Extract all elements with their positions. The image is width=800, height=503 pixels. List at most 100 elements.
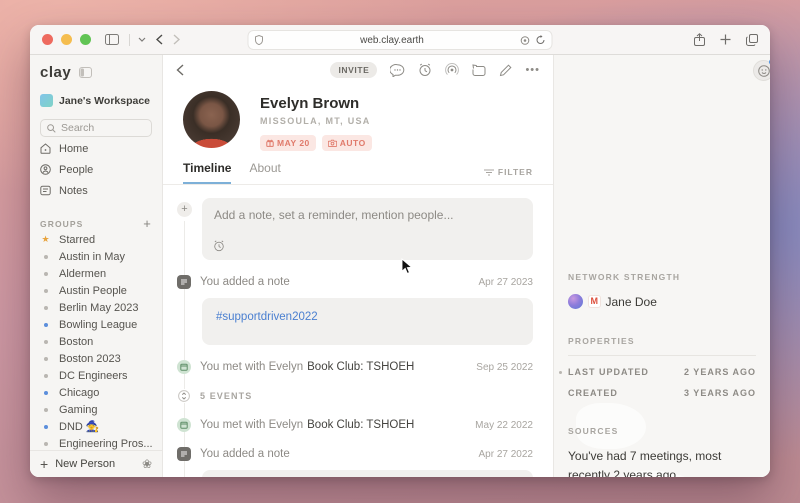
reminder-clock-icon[interactable] bbox=[213, 240, 225, 252]
timeline-entry[interactable]: You met with Evelyn Book Club: TSHOEH May… bbox=[177, 418, 533, 432]
timeline-entry[interactable]: You met with Evelyn Book Club: TSHOEH Sep… bbox=[177, 360, 533, 374]
meeting-link[interactable]: Book Club: TSHOEH bbox=[307, 419, 415, 431]
close-window-button[interactable] bbox=[42, 34, 53, 45]
back-button[interactable] bbox=[176, 64, 184, 76]
group-item[interactable]: Boston 2023 bbox=[40, 350, 152, 367]
sidebar-item-notes[interactable]: Notes bbox=[40, 181, 152, 200]
profile-toolbar: INVITE ••• bbox=[163, 55, 553, 85]
person-location: MISSOULA, MT, USA bbox=[260, 116, 371, 126]
collapse-sidebar-icon[interactable] bbox=[79, 67, 93, 78]
properties-header: PROPERTIES bbox=[568, 336, 635, 346]
workspace-name: Jane's Workspace bbox=[59, 94, 151, 107]
reload-icon[interactable] bbox=[536, 35, 546, 45]
group-dot-icon bbox=[43, 339, 48, 344]
entry-date: May 22 2022 bbox=[475, 419, 533, 431]
filter-button[interactable]: FILTER bbox=[483, 167, 533, 184]
workspace-avatar bbox=[40, 94, 53, 107]
minimize-window-button[interactable] bbox=[61, 34, 72, 45]
zoom-window-button[interactable] bbox=[80, 34, 91, 45]
sidebar-item-people[interactable]: People bbox=[40, 160, 152, 179]
property-value: 2 YEARS AGO bbox=[683, 367, 756, 377]
group-dot-icon bbox=[43, 356, 48, 361]
profile-photo[interactable] bbox=[183, 91, 240, 148]
timeline-entry[interactable]: You added a note Apr 27 2023 bbox=[177, 275, 533, 289]
reminder-icon[interactable] bbox=[418, 63, 432, 77]
duplicate-icon[interactable] bbox=[472, 63, 486, 77]
add-note-plus-button[interactable]: + bbox=[177, 202, 192, 217]
invite-button[interactable]: INVITE bbox=[330, 62, 378, 78]
chevron-down-icon[interactable] bbox=[138, 37, 146, 42]
sidebar-item-home[interactable]: Home bbox=[40, 139, 152, 158]
group-item[interactable]: DC Engineers bbox=[40, 367, 152, 384]
new-tab-icon[interactable] bbox=[720, 34, 731, 45]
property-row[interactable]: CREATED 3 YEARS AGO bbox=[568, 388, 756, 398]
profile-tabs: Timeline About FILTER bbox=[163, 161, 553, 185]
main-content: INVITE ••• Evelyn Brown MISSOULA, MT, US… bbox=[163, 55, 553, 477]
workspace-switcher[interactable]: Jane's Workspace bbox=[40, 94, 152, 107]
share-icon[interactable] bbox=[694, 33, 705, 46]
group-item[interactable]: DND 🧙 bbox=[40, 418, 152, 435]
note-content[interactable]: favorite movie is Inception (2010), dire… bbox=[202, 470, 533, 477]
divider bbox=[568, 355, 756, 356]
broadcast-icon[interactable] bbox=[445, 63, 460, 77]
search-box[interactable] bbox=[40, 119, 152, 137]
more-options-icon[interactable]: ••• bbox=[525, 64, 540, 76]
browser-sidebar-icon[interactable] bbox=[105, 34, 119, 45]
group-item[interactable]: Boston bbox=[40, 333, 152, 350]
tab-about[interactable]: About bbox=[249, 161, 280, 184]
sidebar-item-label: People bbox=[59, 163, 94, 176]
sources-summary: You've had 7 meetings, most recently 2 y… bbox=[568, 449, 722, 477]
auto-badge[interactable]: AUTO bbox=[321, 135, 372, 151]
group-item[interactable]: Austin in May bbox=[40, 248, 152, 265]
property-row[interactable]: LAST UPDATED 2 YEARS AGO bbox=[559, 367, 756, 377]
network-person-row[interactable]: M Jane Doe bbox=[568, 294, 756, 309]
search-input[interactable] bbox=[61, 122, 145, 134]
birthday-badge[interactable]: MAY 20 bbox=[260, 135, 316, 151]
gift-icon bbox=[266, 139, 274, 147]
notification-dot bbox=[769, 59, 770, 65]
expand-events-icon bbox=[177, 389, 191, 403]
address-bar[interactable]: web.clay.earth bbox=[247, 30, 553, 50]
mouse-cursor bbox=[401, 258, 413, 274]
back-nav-icon[interactable] bbox=[156, 34, 163, 45]
edit-icon[interactable] bbox=[499, 63, 512, 77]
comment-icon[interactable] bbox=[390, 63, 405, 77]
sidebar-item-label: Notes bbox=[59, 184, 88, 197]
group-item[interactable]: Bowling League bbox=[40, 316, 152, 333]
note-entry-icon bbox=[177, 275, 191, 289]
person-name: Evelyn Brown bbox=[260, 95, 360, 112]
gmail-icon: M bbox=[589, 296, 600, 307]
timeline-entry[interactable]: You added a note Apr 27 2022 bbox=[177, 447, 533, 461]
group-dot-icon bbox=[43, 322, 48, 327]
group-item[interactable]: Berlin May 2023 bbox=[40, 299, 152, 316]
url-text: web.clay.earth bbox=[360, 34, 424, 46]
group-item-starred[interactable]: ★ Starred bbox=[40, 231, 152, 248]
note-content[interactable]: #supportdriven2022 bbox=[202, 298, 533, 345]
group-item[interactable]: Chicago bbox=[40, 384, 152, 401]
star-icon: ★ bbox=[41, 234, 50, 244]
tab-overview-icon[interactable] bbox=[746, 33, 758, 46]
account-face-button[interactable] bbox=[753, 59, 770, 81]
new-person-button[interactable]: + New Person ❀ bbox=[30, 450, 162, 477]
group-item[interactable]: Austin People bbox=[40, 282, 152, 299]
tab-timeline[interactable]: Timeline bbox=[183, 161, 232, 184]
sidebar-item-label: Home bbox=[59, 142, 89, 155]
group-item[interactable]: Aldermen bbox=[40, 265, 152, 282]
group-item[interactable]: Gaming bbox=[40, 401, 152, 418]
property-value: 3 YEARS AGO bbox=[683, 388, 756, 398]
filter-icon bbox=[483, 169, 494, 175]
meeting-link[interactable]: Book Club: TSHOEH bbox=[307, 361, 415, 373]
collapsed-events-row[interactable]: 5 EVENTS bbox=[177, 389, 533, 403]
privacy-icon bbox=[255, 35, 264, 45]
flower-icon[interactable]: ❀ bbox=[142, 457, 152, 471]
group-item[interactable]: Engineering Pros... bbox=[40, 435, 152, 450]
search-icon bbox=[47, 123, 56, 133]
group-dot-icon bbox=[43, 424, 48, 429]
timeline-feed: + Add a note, set a reminder, mention pe… bbox=[163, 185, 553, 477]
desktop-background: web.clay.earth clay Jane's Workspace Sea… bbox=[0, 0, 800, 503]
forward-nav-icon[interactable] bbox=[173, 34, 180, 45]
titlebar-divider bbox=[129, 33, 130, 46]
add-group-button[interactable]: + bbox=[143, 216, 152, 231]
group-dot-icon bbox=[43, 373, 48, 378]
note-composer[interactable]: Add a note, set a reminder, mention peop… bbox=[202, 198, 533, 260]
